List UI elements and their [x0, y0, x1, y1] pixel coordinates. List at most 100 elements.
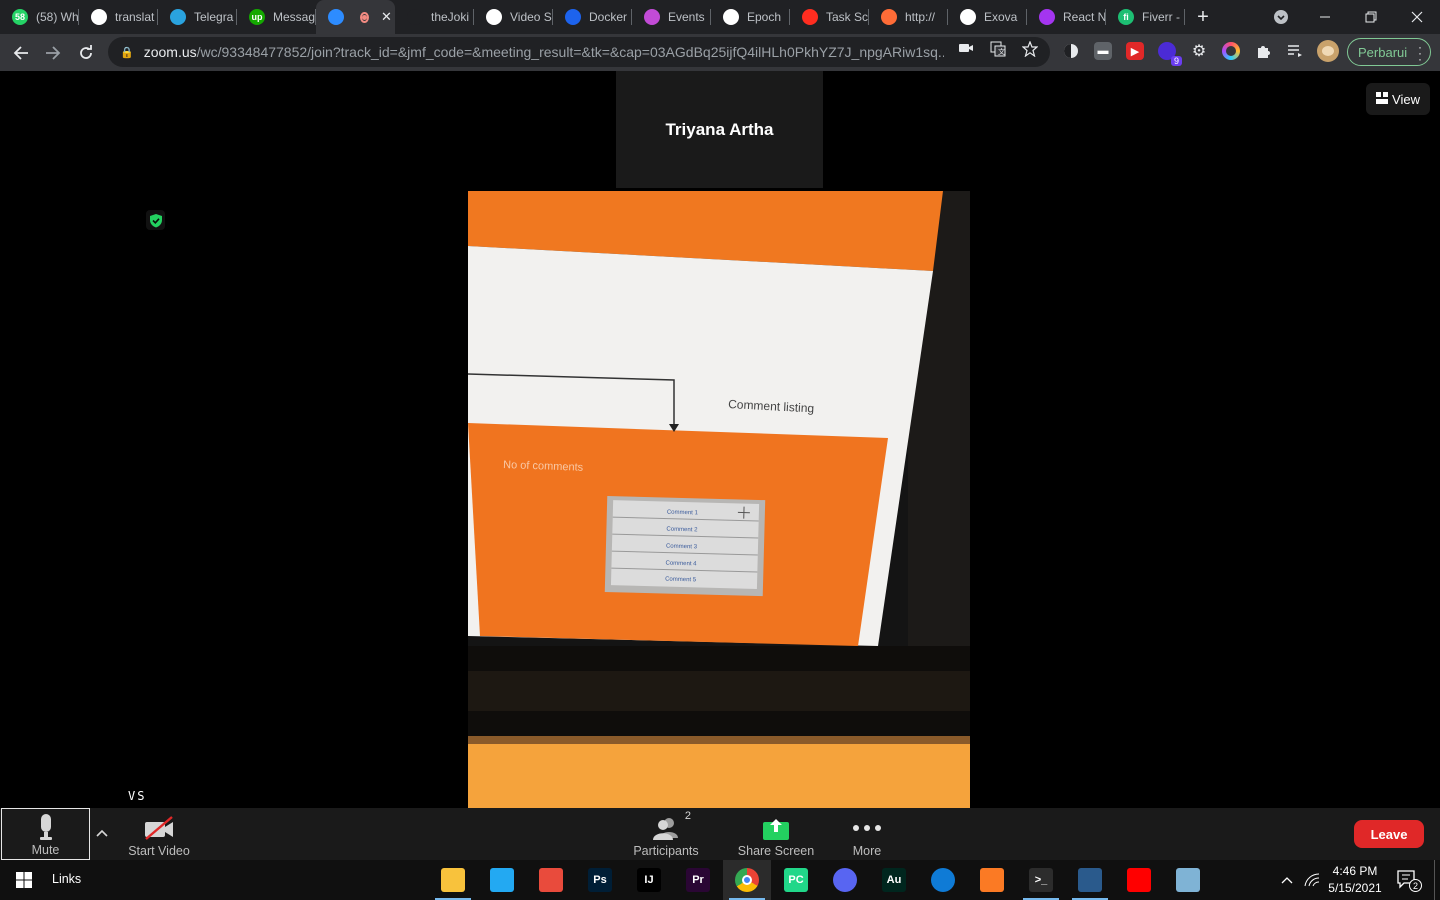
meeting-controls: Mute Start Video 2 Participants Share Sc… — [0, 808, 1440, 860]
app-red-icon[interactable] — [527, 860, 575, 900]
gear-extension-icon[interactable]: ⚙ — [1190, 42, 1208, 60]
tab-title: (58) Wh — [36, 10, 79, 24]
tab-title: Epoch — [747, 10, 782, 24]
show-desktop-button[interactable] — [1434, 860, 1440, 900]
premiere-icon[interactable]: Pr — [674, 860, 722, 900]
browser-tab[interactable]: Exova — [948, 0, 1027, 34]
extension-badge-icon[interactable]: 9 — [1158, 42, 1182, 66]
file-explorer-icon[interactable] — [429, 860, 477, 900]
browser-tab[interactable]: translat — [79, 0, 158, 34]
participant-name: Triyana Artha — [665, 119, 774, 139]
laravel-icon — [802, 9, 818, 25]
video-extension-icon[interactable]: ▶ — [1126, 42, 1144, 60]
video-off-icon — [144, 812, 174, 844]
audition-icon[interactable]: Au — [870, 860, 918, 900]
pycharm-icon[interactable]: PC — [772, 860, 820, 900]
youtube-icon[interactable] — [1115, 860, 1163, 900]
audio-options-chevron-icon[interactable] — [92, 808, 112, 860]
notification-center-icon[interactable]: 2 — [1396, 868, 1422, 892]
chrome-menu-icon[interactable]: · · · — [1418, 41, 1422, 65]
app-glyph — [735, 868, 759, 892]
minimize-icon[interactable] — [1302, 0, 1348, 34]
svg-text:文: 文 — [998, 47, 1005, 56]
browser-tab[interactable]: Task Sc — [790, 0, 869, 34]
lock-icon[interactable]: 🔒 — [120, 46, 134, 59]
fiverr-icon: fi — [1118, 9, 1134, 25]
forward-arrow-icon[interactable] — [37, 37, 69, 69]
app-glyph — [931, 868, 955, 892]
chat-extension-icon[interactable]: ▬ — [1094, 42, 1112, 60]
bookmark-star-icon[interactable] — [1021, 40, 1039, 60]
browser-tab-strip: 58 (58) Wh translat Telegra up MessagU✕ theJok… — [0, 0, 1440, 34]
chrome-icon[interactable] — [723, 860, 771, 900]
browser-tab[interactable]: Events — [632, 0, 711, 34]
browser-tab[interactable]: Epoch — [711, 0, 790, 34]
browser-tab[interactable]: 58 (58) Wh — [0, 0, 79, 34]
more-button[interactable]: More — [846, 808, 888, 860]
windows-start-icon[interactable] — [0, 860, 48, 900]
clock-time: 4:46 PM — [1332, 864, 1378, 878]
xampp-icon[interactable] — [968, 860, 1016, 900]
translate-icon[interactable]: 文 — [990, 41, 1006, 60]
view-grid-icon — [1376, 91, 1389, 107]
edge-icon[interactable] — [919, 860, 967, 900]
browser-tab[interactable]: Telegra — [158, 0, 237, 34]
photoshop-icon[interactable]: Ps — [576, 860, 624, 900]
address-bar[interactable]: 🔒 zoom.us/wc/93348477852/join?track_id=&… — [108, 37, 1050, 67]
browser-tab[interactable]: theJoki — [395, 0, 474, 34]
profile-avatar[interactable] — [1317, 40, 1339, 62]
vscode-icon[interactable] — [478, 860, 526, 900]
app-glyph — [441, 868, 465, 892]
browser-tab[interactable]: fi Fiverr - — [1106, 0, 1185, 34]
extensions-puzzle-icon[interactable] — [1254, 42, 1272, 60]
tab-title: http:// — [905, 10, 936, 24]
browser-tab[interactable]: Video S — [474, 0, 553, 34]
reading-list-icon[interactable] — [1286, 42, 1304, 60]
intellij-icon[interactable]: IJ — [625, 860, 673, 900]
mysql-workbench-icon[interactable] — [1066, 860, 1114, 900]
meeting-area: Triyana Artha View Comment listing No of… — [0, 71, 1440, 808]
dark-mode-extension-icon[interactable] — [1062, 42, 1080, 60]
encryption-shield-icon[interactable] — [146, 210, 165, 230]
participant-tile[interactable]: Triyana Artha — [616, 71, 823, 188]
color-extension-icon[interactable] — [1222, 42, 1240, 60]
close-tab-icon[interactable]: ✕ — [381, 9, 392, 25]
url-path: /wc/93348477852/join?track_id=&jmf_code=… — [196, 44, 944, 60]
tab-title: Fiverr - — [1142, 10, 1180, 24]
browser-tab[interactable]: http:// — [869, 0, 948, 34]
back-arrow-icon[interactable] — [5, 37, 37, 69]
tab-title: Messag — [273, 10, 316, 24]
share-screen-button[interactable]: Share Screen — [736, 808, 816, 860]
system-clock[interactable]: 4:46 PM 5/15/2021 — [1324, 863, 1386, 897]
zoom-icon — [328, 9, 344, 25]
telegram-icon — [170, 9, 186, 25]
comment-item: Comment 3 — [666, 544, 698, 551]
reload-icon[interactable] — [70, 37, 102, 69]
app-glyph — [980, 868, 1004, 892]
update-button[interactable]: Perbarui · · · — [1347, 38, 1431, 66]
discord-icon[interactable] — [821, 860, 869, 900]
mute-button[interactable]: Mute — [1, 808, 90, 860]
browser-tab[interactable]: up Messag — [237, 0, 316, 34]
close-window-icon[interactable] — [1394, 0, 1440, 34]
participants-count: 2 — [684, 810, 691, 822]
view-button[interactable]: View — [1366, 83, 1430, 115]
browser-tab[interactable]: React N — [1027, 0, 1106, 34]
wifi-icon[interactable] — [1301, 860, 1323, 900]
browser-tab[interactable]: U✕ — [316, 0, 395, 34]
leave-button[interactable]: Leave — [1354, 820, 1424, 848]
show-hidden-icons-chevron-icon[interactable] — [1276, 860, 1298, 900]
start-video-button[interactable]: Start Video — [122, 808, 196, 860]
restore-icon[interactable] — [1348, 0, 1394, 34]
comment-item: Comment 1 — [667, 510, 699, 517]
new-tab-button[interactable]: + — [1185, 6, 1221, 29]
more-dots-icon — [852, 812, 882, 844]
app-glyph: PC — [784, 868, 808, 892]
terminal-icon[interactable]: >_ — [1017, 860, 1065, 900]
links-toolbar[interactable]: Links — [52, 872, 81, 886]
participants-button[interactable]: 2 Participants — [630, 808, 702, 860]
browser-tab[interactable]: Docker — [553, 0, 632, 34]
camera-icon[interactable] — [958, 41, 974, 58]
tab-search-icon[interactable] — [1258, 0, 1304, 34]
notepad-icon[interactable] — [1164, 860, 1212, 900]
